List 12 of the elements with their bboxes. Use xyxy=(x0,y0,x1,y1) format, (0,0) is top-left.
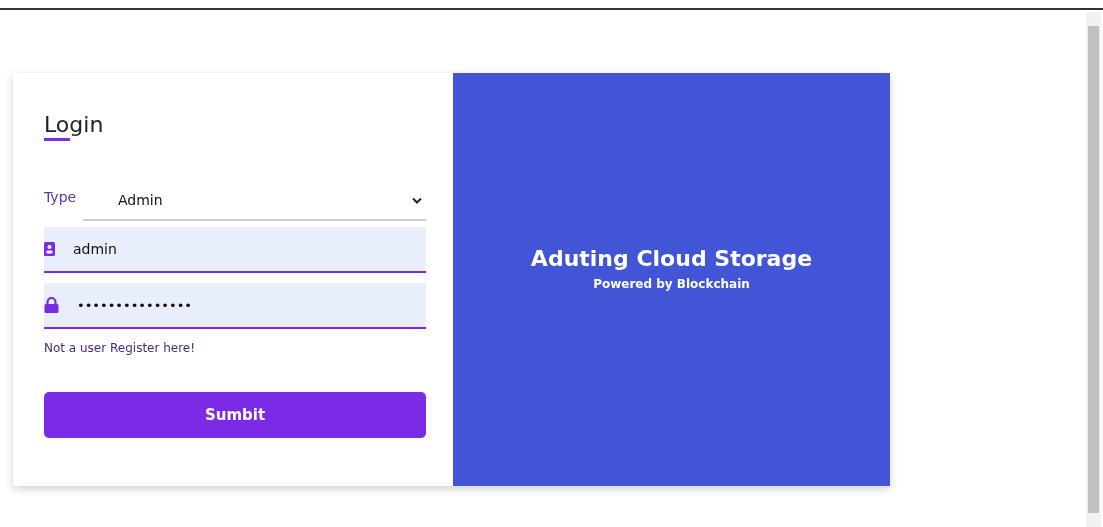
scrollbar[interactable] xyxy=(1086,12,1101,527)
type-label: Type xyxy=(44,189,78,205)
register-link[interactable]: Not a user Register here! xyxy=(44,341,196,355)
chevron-down-icon xyxy=(412,196,422,204)
banner-subtitle: Powered by Blockchain xyxy=(593,277,750,291)
contact-card-icon xyxy=(44,242,55,256)
submit-button[interactable]: Sumbit xyxy=(44,392,426,438)
lock-icon xyxy=(44,297,59,313)
username-field[interactable]: admin xyxy=(44,227,426,273)
banner-title: Aduting Cloud Storage xyxy=(530,246,813,271)
type-dropdown[interactable]: Admin xyxy=(83,181,426,221)
password-field[interactable]: ••••••••••••••• xyxy=(44,283,426,329)
